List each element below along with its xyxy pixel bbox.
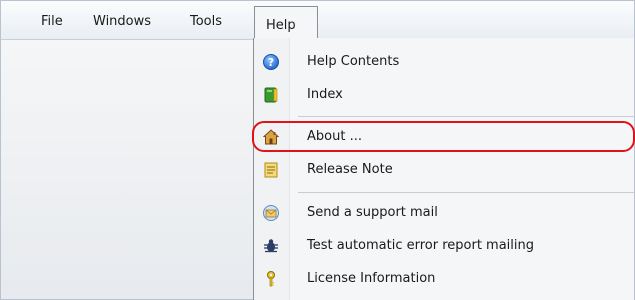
menu-item-label: Test automatic error report mailing (307, 238, 535, 253)
menu-item-index[interactable]: Index (254, 79, 634, 111)
menu-bar: File Windows Tools Help (1, 1, 634, 40)
menu-item-label: Send a support mail (307, 205, 438, 220)
note-icon (264, 162, 278, 178)
book-icon (264, 87, 278, 103)
help-circle-icon: ? (263, 54, 279, 70)
mail-icon (263, 205, 279, 221)
menu-item-label: License Information (307, 271, 436, 286)
menu-separator (298, 192, 634, 193)
menu-item-test-error-report[interactable]: Test automatic error report mailing (254, 230, 634, 262)
menu-item-label: Release Note (307, 162, 393, 177)
bug-icon (264, 239, 278, 253)
menu-item-license-information[interactable]: License Information (254, 263, 634, 295)
menu-item-label: Help Contents (307, 54, 400, 69)
menu-separator (298, 116, 634, 117)
help-dropdown-menu: ? Help Contents Index About ... Release … (253, 38, 634, 300)
about-highlight-annotation (252, 121, 635, 152)
svg-text:?: ? (268, 56, 274, 69)
menu-item-release-note[interactable]: Release Note (254, 154, 634, 186)
menu-file[interactable]: File (37, 11, 67, 33)
key-icon (267, 271, 275, 287)
menu-item-send-support-mail[interactable]: Send a support mail (254, 197, 634, 229)
menu-windows[interactable]: Windows (89, 11, 155, 33)
menu-help-label: Help (266, 18, 296, 33)
menu-item-label: Index (307, 87, 343, 102)
menu-item-help-contents[interactable]: ? Help Contents (254, 46, 634, 78)
menu-tools[interactable]: Tools (186, 11, 226, 33)
menu-help[interactable]: Help (254, 6, 318, 40)
